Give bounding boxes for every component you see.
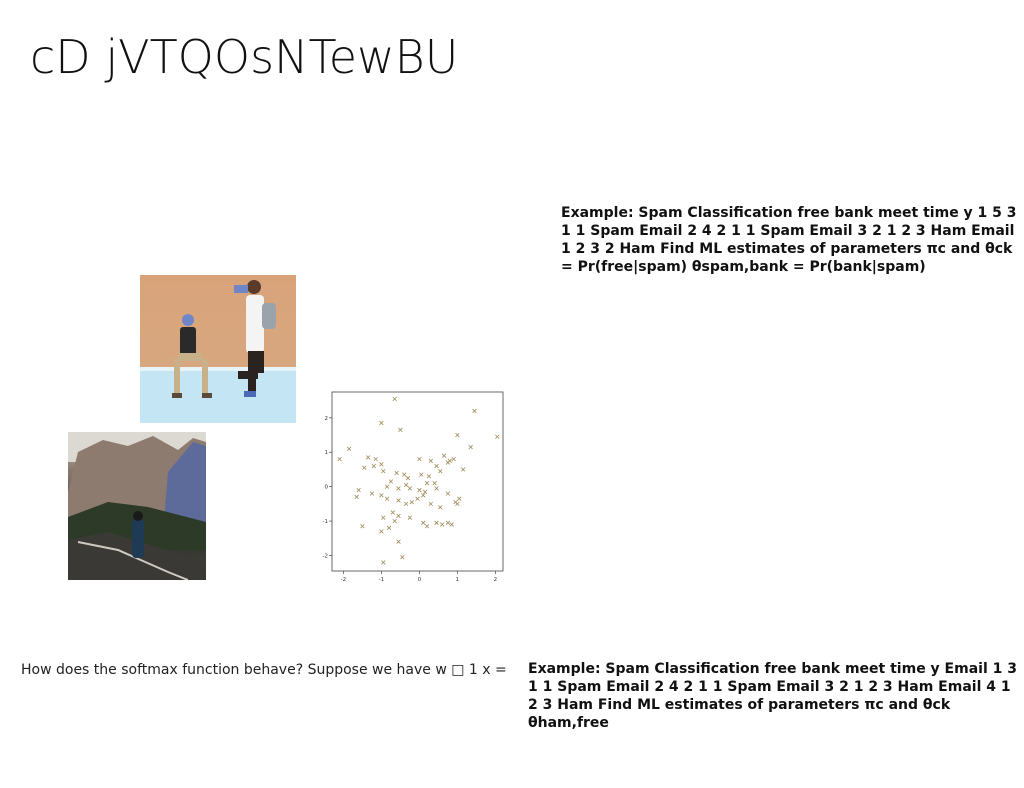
plot-frame: [331, 391, 504, 572]
photo-canyon-illustration: [68, 432, 206, 580]
x-tick-label: -1: [379, 577, 384, 583]
photo-two-people-wall: [140, 275, 296, 423]
photo-two-people-illustration: [140, 280, 296, 423]
photo-canyon-road: [68, 432, 206, 580]
spam-example-text-top: Example: Spam Classification free bank m…: [561, 205, 1017, 275]
slide-title: cD jVTQOsNTewBU: [30, 30, 459, 84]
x-axis: -2 -1 0 1 2: [341, 571, 497, 583]
spam-example-text-bottom: Example: Spam Classification free bank m…: [528, 661, 1017, 731]
softmax-question: How does the softmax function behave? Su…: [21, 662, 507, 678]
y-tick-label: 2: [325, 416, 329, 422]
y-tick-label: -1: [323, 519, 328, 525]
scatter-plot: -2 -1 0 1 2 -2 -1 0 1 2: [323, 391, 504, 583]
x-tick-label: 2: [494, 577, 498, 583]
y-tick-label: -2: [323, 554, 328, 560]
x-tick-label: 1: [456, 577, 460, 583]
y-tick-label: 0: [325, 485, 329, 491]
y-tick-label: 1: [325, 450, 329, 456]
y-axis: -2 -1 0 1 2: [323, 416, 332, 560]
x-tick-label: -2: [341, 577, 346, 583]
x-tick-label: 0: [418, 577, 422, 583]
